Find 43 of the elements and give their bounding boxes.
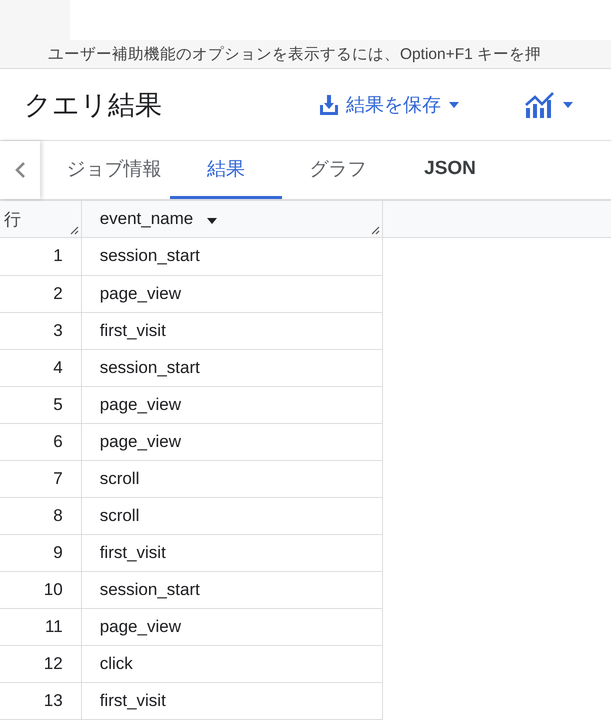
caret-icon bbox=[563, 102, 573, 108]
table-cell: scroll bbox=[81, 497, 382, 534]
table-cell: session_start bbox=[81, 238, 382, 275]
row-number: 6 bbox=[0, 423, 82, 460]
resize-handle-icon[interactable] bbox=[370, 225, 380, 235]
row-number: 8 bbox=[0, 497, 82, 534]
row-number: 9 bbox=[0, 534, 82, 571]
row-number: 12 bbox=[0, 645, 82, 682]
row-number: 5 bbox=[0, 386, 82, 423]
page-title: クエリ結果 bbox=[24, 88, 162, 122]
accessibility-notice: ユーザー補助機能のオプションを表示するには、Option+F1 キーを押 bbox=[47, 45, 542, 65]
column-header[interactable]: event_name bbox=[100, 209, 194, 229]
table-cell: click bbox=[81, 645, 382, 682]
download-icon bbox=[320, 94, 338, 114]
tab[interactable]: ジョブ情報 bbox=[58, 141, 170, 199]
tab[interactable]: グラフ bbox=[282, 141, 394, 199]
table-cell: session_start bbox=[81, 571, 382, 608]
table-cell: page_view bbox=[81, 608, 382, 645]
table-cell: page_view bbox=[81, 423, 382, 460]
table-cell: page_view bbox=[81, 275, 382, 312]
row-number: 10 bbox=[0, 571, 82, 608]
row-number: 11 bbox=[0, 608, 82, 645]
row-number: 1 bbox=[0, 238, 82, 275]
caret-icon bbox=[449, 102, 459, 108]
tab[interactable]: JSON bbox=[394, 141, 506, 199]
table-cell: session_start bbox=[81, 349, 382, 386]
row-number: 13 bbox=[0, 682, 82, 719]
row-number: 3 bbox=[0, 312, 82, 349]
table-cell: first_visit bbox=[81, 312, 382, 349]
chart-icon bbox=[525, 92, 555, 118]
scroll-left-button[interactable] bbox=[0, 141, 40, 199]
table-cell: first_visit bbox=[81, 682, 382, 719]
row-number: 7 bbox=[0, 460, 82, 497]
caret-icon bbox=[207, 218, 218, 224]
table-cell: page_view bbox=[81, 386, 382, 423]
row-number: 4 bbox=[0, 349, 82, 386]
table-cell: scroll bbox=[81, 460, 382, 497]
table-cell: first_visit bbox=[81, 534, 382, 571]
row-number: 2 bbox=[0, 275, 82, 312]
resize-handle-icon[interactable] bbox=[68, 225, 79, 235]
column-header: 行 bbox=[4, 210, 21, 228]
chevron-left-icon bbox=[14, 161, 26, 179]
save-results-button[interactable]: 結果を保存 bbox=[314, 88, 465, 122]
